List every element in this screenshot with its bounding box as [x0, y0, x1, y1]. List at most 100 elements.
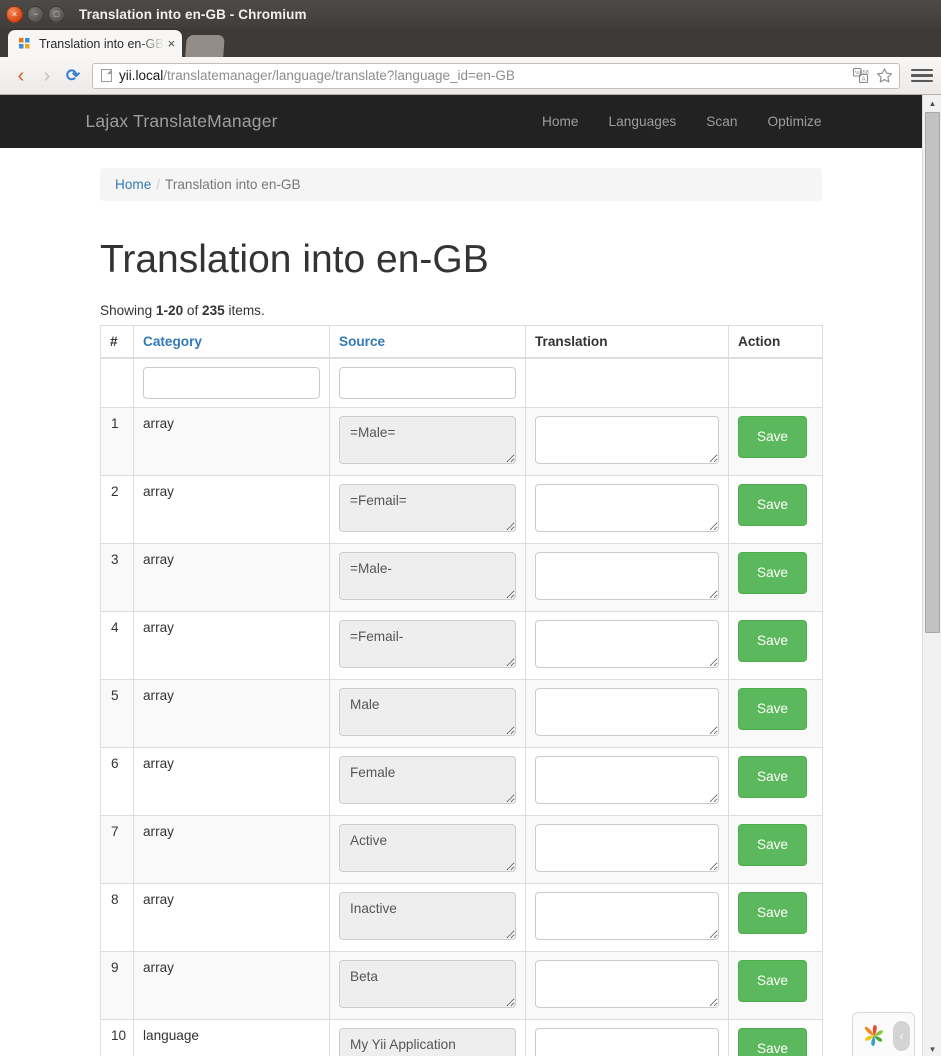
translation-textarea[interactable] [535, 619, 719, 668]
save-button[interactable]: Save [738, 755, 807, 798]
url-path: /translatemanager/language/translate?lan… [163, 68, 515, 83]
cell-category: array [133, 610, 330, 680]
new-tab-button[interactable] [185, 35, 225, 57]
source-textarea[interactable] [339, 1027, 516, 1056]
translation-textarea[interactable] [535, 1027, 719, 1056]
cell-row-number: 9 [100, 950, 134, 1020]
summary-suffix: items. [224, 302, 265, 318]
window-maximize-button[interactable]: □ [48, 5, 65, 23]
page-info-icon[interactable] [101, 69, 112, 82]
filter-input-source[interactable] [339, 366, 516, 399]
page-scrollbar[interactable]: ▲ ▼ [922, 95, 941, 1056]
cell-translation [525, 474, 729, 544]
save-button[interactable]: Save [738, 959, 807, 1002]
window-minimize-button[interactable]: − [27, 5, 44, 23]
column-header-action-label: Action [738, 333, 781, 349]
page-container: Home / Translation into en-GB Translation … [100, 148, 823, 1056]
translation-textarea[interactable] [535, 755, 719, 804]
cell-action: Save [728, 1018, 823, 1056]
floating-widget[interactable]: ‹ [852, 1012, 915, 1056]
source-textarea-wrap [339, 823, 516, 875]
cell-source [329, 1018, 526, 1056]
translation-textarea[interactable] [535, 483, 719, 532]
nav-link-scan[interactable]: Scan [691, 114, 752, 129]
save-button[interactable]: Save [738, 551, 807, 594]
source-textarea[interactable] [339, 415, 516, 464]
cell-translation [525, 1018, 729, 1056]
table-row: 7array Save [100, 814, 823, 884]
source-textarea[interactable] [339, 823, 516, 872]
translation-textarea[interactable] [535, 891, 719, 940]
site-nav-links: Home Languages Scan Optimize [527, 114, 836, 129]
source-textarea[interactable] [339, 755, 516, 804]
filter-input-category[interactable] [143, 366, 320, 399]
cell-category: array [133, 746, 330, 816]
nav-link-optimize[interactable]: Optimize [752, 114, 836, 129]
source-textarea[interactable] [339, 891, 516, 940]
column-header-num-label: # [110, 333, 118, 349]
cell-row-number: 6 [100, 746, 134, 816]
translation-textarea[interactable] [535, 415, 719, 464]
filter-cell-translation [525, 357, 729, 408]
scroll-up-icon[interactable]: ▲ [923, 95, 941, 112]
save-button[interactable]: Save [738, 891, 807, 934]
breadcrumb-current: Translation into en-GB [165, 177, 301, 192]
column-header-source: Source [329, 324, 526, 359]
back-icon[interactable]: ‹ [8, 63, 34, 89]
source-textarea-wrap [339, 483, 516, 535]
browser-menu-icon[interactable] [911, 63, 933, 89]
column-header-num: # [100, 324, 134, 359]
forward-icon[interactable]: › [34, 63, 60, 89]
save-button[interactable]: Save [738, 483, 807, 526]
table-row: 9array Save [100, 950, 823, 1020]
widget-collapse-icon[interactable]: ‹ [893, 1020, 910, 1051]
cell-translation [525, 746, 729, 816]
save-button[interactable]: Save [738, 415, 807, 458]
breadcrumb-home-link[interactable]: Home [115, 177, 151, 192]
reload-icon[interactable]: ⟳ [60, 63, 86, 89]
source-textarea[interactable] [339, 551, 516, 600]
nav-link-home[interactable]: Home [527, 114, 594, 129]
cell-source [329, 950, 526, 1020]
source-textarea-wrap [339, 619, 516, 671]
scrollbar-thumb[interactable] [925, 112, 940, 633]
save-button[interactable]: Save [738, 687, 807, 730]
source-textarea[interactable] [339, 483, 516, 532]
nav-link-languages[interactable]: Languages [594, 114, 692, 129]
cell-action: Save [728, 406, 823, 476]
site-navbar: Lajax TranslateManager Home Languages Sc… [0, 95, 922, 148]
column-header-translation: Translation [525, 324, 729, 359]
table-row: 6array Save [100, 746, 823, 816]
table-head: # Category Source Translation Action [100, 324, 823, 408]
column-header-translation-label: Translation [535, 333, 608, 349]
sort-link-category[interactable]: Category [143, 334, 202, 349]
table-row: 1array Save [100, 406, 823, 476]
translation-textarea[interactable] [535, 823, 719, 872]
bookmark-star-icon[interactable] [876, 67, 893, 84]
cell-action: Save [728, 610, 823, 680]
translation-textarea[interactable] [535, 687, 719, 736]
source-textarea[interactable] [339, 959, 516, 1008]
cell-category: language [133, 1018, 330, 1056]
url-text: yii.local/translatemanager/language/tran… [119, 68, 852, 83]
translation-textarea[interactable] [535, 959, 719, 1008]
window-close-button[interactable]: × [6, 5, 23, 23]
scroll-down-icon[interactable]: ▼ [923, 1041, 941, 1056]
source-textarea[interactable] [339, 619, 516, 668]
address-bar[interactable]: yii.local/translatemanager/language/tran… [92, 62, 900, 89]
cell-source [329, 814, 526, 884]
site-brand[interactable]: Lajax TranslateManager [86, 111, 278, 132]
column-header-category: Category [133, 324, 330, 359]
save-button[interactable]: Save [738, 1027, 807, 1056]
sort-link-source[interactable]: Source [339, 334, 385, 349]
save-button[interactable]: Save [738, 619, 807, 662]
table-row: 8array Save [100, 882, 823, 952]
translate-icon[interactable]: \u6587 A [852, 67, 872, 84]
tab-close-icon[interactable]: × [168, 37, 176, 50]
source-textarea[interactable] [339, 687, 516, 736]
browser-tab[interactable]: Translation into en-GB × [8, 30, 183, 57]
translation-textarea[interactable] [535, 551, 719, 600]
save-button[interactable]: Save [738, 823, 807, 866]
breadcrumb: Home / Translation into en-GB [100, 168, 822, 201]
cell-action: Save [728, 678, 823, 748]
